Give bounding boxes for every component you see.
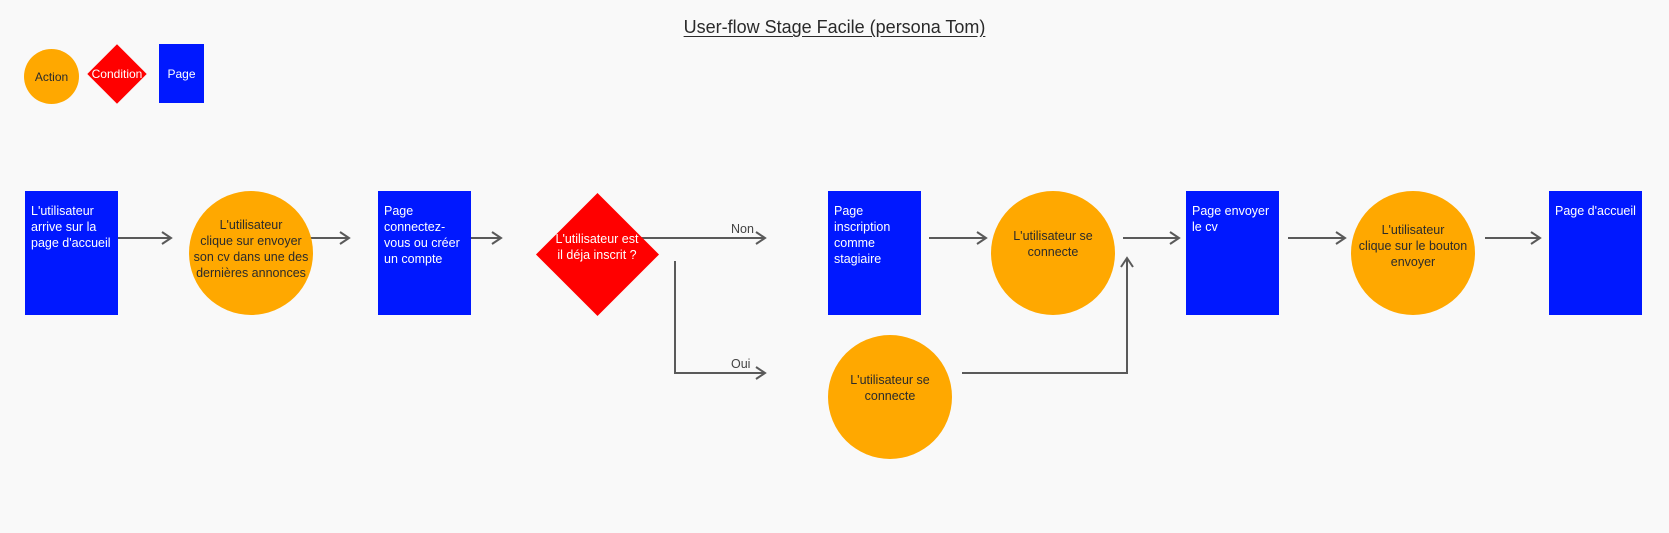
node-text: Page d'accueil [1555,204,1636,218]
node-page-arrivee-accueil[interactable]: L'utilisateur arrive sur la page d'accue… [25,191,118,315]
edge-n4-n7 [674,261,767,380]
node-action-connecte-non[interactable]: L'utilisateur se connecte [991,191,1115,315]
node-page-connectez-vous[interactable]: Page connectez- vous ou créer un compte [378,191,471,315]
node-text: L'utilisateur se connecte [1013,229,1093,259]
node-text: Page inscription comme stagiaire [834,204,891,266]
node-page-inscription-stagiaire[interactable]: Page inscription comme stagiaire [828,191,921,315]
node-page-envoyer-cv[interactable]: Page envoyer le cv [1186,191,1279,315]
node-text: L'utilisateur se connecte [850,373,930,403]
node-text: L'utilisateur clique sur envoyer son cv … [193,218,309,280]
node-text: L'utilisateur clique sur le bouton envoy… [1358,223,1468,269]
node-action-clique-bouton-envoyer[interactable]: L'utilisateur clique sur le bouton envoy… [1351,191,1475,315]
node-action-connecte-oui[interactable]: L'utilisateur se connecte [828,335,952,459]
node-condition-deja-inscrit[interactable]: L'utilisateur est il déja inscrit ? [535,192,659,316]
node-page-accueil-final[interactable]: Page d'accueil [1549,191,1642,315]
edge-label-non: Non [731,222,754,236]
edge-label-oui: Oui [731,357,751,371]
node-text: Page connectez- vous ou créer un compte [384,204,460,266]
node-text: L'utilisateur arrive sur la page d'accue… [31,204,111,250]
node-text: Page envoyer le cv [1192,204,1270,234]
node-action-clique-envoyer-cv[interactable]: L'utilisateur clique sur envoyer son cv … [189,191,313,315]
node-text: L'utilisateur est il déja inscrit ? [555,232,639,262]
